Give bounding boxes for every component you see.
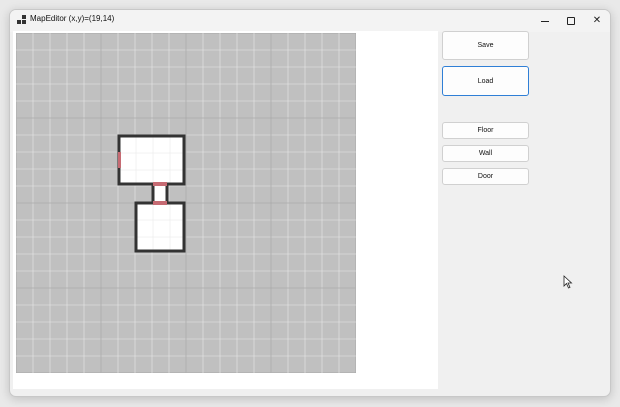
- door-tool-button[interactable]: Door: [442, 168, 529, 185]
- map-canvas-panel: [13, 31, 438, 389]
- close-icon: ✕: [592, 15, 602, 26]
- app-icon: [17, 15, 27, 25]
- window-title: MapEditor (x,y)=(19,14): [30, 14, 115, 23]
- load-button[interactable]: Load: [442, 66, 529, 96]
- door-top-connector[interactable]: [153, 182, 167, 186]
- door-west[interactable]: [118, 152, 121, 168]
- save-button[interactable]: Save: [442, 31, 529, 60]
- maximize-icon: [567, 17, 575, 25]
- room-bottom-floor[interactable]: [136, 203, 184, 251]
- floor-tool-button[interactable]: Floor: [442, 122, 529, 139]
- map-grid[interactable]: [16, 33, 356, 373]
- mouse-cursor-icon: [563, 275, 573, 289]
- room-top-floor[interactable]: [119, 136, 184, 184]
- door-bottom-connector[interactable]: [153, 201, 167, 205]
- close-button[interactable]: ✕: [584, 10, 610, 32]
- wall-tool-button[interactable]: Wall: [442, 145, 529, 162]
- map-editor-window: MapEditor (x,y)=(19,14) ✕ Save Load Floo…: [9, 9, 611, 397]
- minimize-icon: [541, 20, 549, 22]
- maximize-button[interactable]: [558, 10, 584, 32]
- minimize-button[interactable]: [532, 10, 558, 32]
- corridor-floor[interactable]: [153, 184, 167, 203]
- title-bar[interactable]: MapEditor (x,y)=(19,14) ✕: [10, 10, 610, 32]
